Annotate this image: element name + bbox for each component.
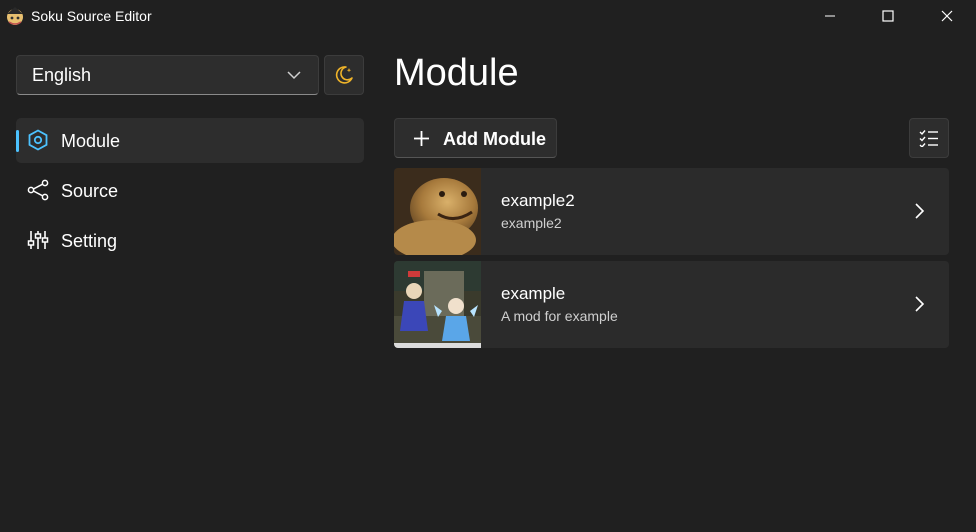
page-title: Module	[394, 52, 519, 94]
maximize-icon	[882, 10, 894, 22]
module-name: example	[501, 284, 566, 303]
chevron-right-icon	[915, 203, 925, 219]
add-module-button[interactable]: Add Module	[394, 118, 557, 158]
minimize-icon	[825, 15, 835, 17]
theme-toggle-button[interactable]	[324, 55, 364, 95]
module-hexagon-icon	[27, 129, 49, 151]
sidebar-item-source[interactable]: Source	[16, 168, 364, 213]
share-nodes-icon	[27, 179, 49, 201]
sidebar-item-label: Source	[61, 181, 119, 201]
sidebar-item-module[interactable]: Module	[16, 118, 364, 163]
close-icon	[941, 10, 953, 22]
module-thumbnail	[394, 168, 481, 255]
select-mode-button[interactable]	[909, 118, 949, 158]
checklist-icon	[919, 130, 938, 147]
language-select-value: English	[32, 64, 92, 85]
minimize-button[interactable]	[801, 0, 859, 32]
app-logo-icon	[5, 6, 25, 26]
plus-icon	[414, 131, 429, 146]
module-card-example2[interactable]: example2 example2	[394, 168, 949, 255]
module-card-example[interactable]: example A mod for example	[394, 261, 949, 348]
sidebar-item-setting[interactable]: Setting	[16, 218, 364, 263]
active-indicator	[16, 130, 19, 152]
module-name: example2	[501, 191, 575, 210]
module-thumbnail	[394, 261, 481, 348]
moon-icon	[335, 66, 353, 84]
window-title: Soku Source Editor	[31, 8, 152, 24]
module-description: A mod for example	[501, 308, 618, 324]
module-description: example2	[501, 215, 562, 231]
chevron-down-icon	[287, 71, 301, 80]
language-select[interactable]: English	[16, 55, 319, 95]
add-module-label: Add Module	[443, 129, 546, 149]
sidebar-item-label: Setting	[61, 231, 118, 251]
title-bar: Soku Source Editor	[0, 0, 976, 34]
maximize-button[interactable]	[859, 0, 917, 32]
sliders-icon	[27, 229, 49, 251]
close-button[interactable]	[918, 0, 976, 32]
chevron-right-icon	[915, 296, 925, 312]
sidebar-item-label: Module	[61, 131, 121, 151]
